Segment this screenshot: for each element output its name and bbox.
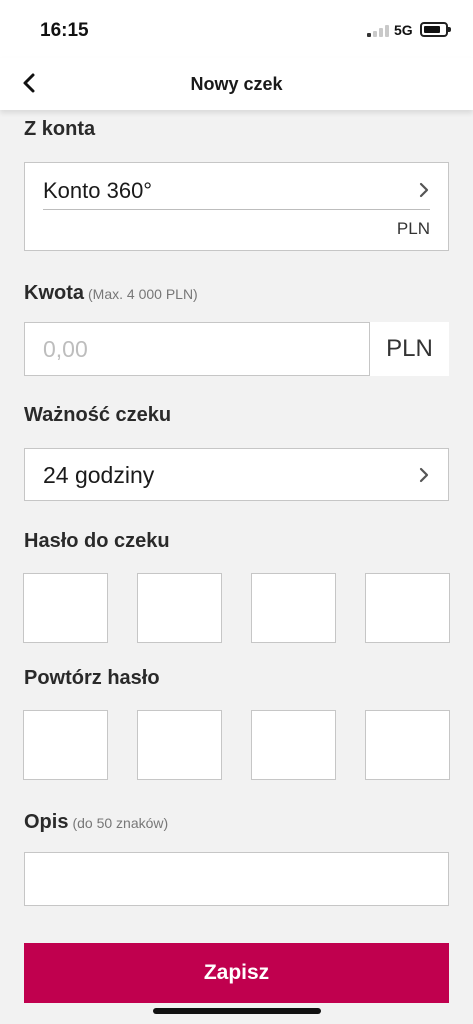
password-digit-2[interactable] bbox=[137, 573, 222, 643]
repeat-password-digit-2[interactable] bbox=[137, 710, 222, 780]
account-name: Konto 360° bbox=[43, 178, 153, 203]
battery-icon bbox=[420, 22, 451, 37]
description-label: Opis (do 50 znaków) bbox=[24, 811, 168, 834]
signal-icon bbox=[367, 25, 389, 37]
account-currency: PLN bbox=[396, 219, 430, 238]
amount-label-text: Kwota bbox=[24, 282, 84, 304]
network-type: 5G bbox=[394, 22, 413, 38]
save-button[interactable]: Zapisz bbox=[24, 943, 449, 1003]
description-field[interactable] bbox=[24, 852, 449, 906]
status-bar: 16:15 5G bbox=[0, 0, 473, 58]
description-label-text: Opis bbox=[24, 811, 69, 833]
password-digit-1[interactable] bbox=[23, 573, 108, 643]
divider bbox=[43, 209, 430, 210]
repeat-password-label: Powtórz hasło bbox=[24, 667, 160, 689]
navigation-bar: Nowy czek bbox=[0, 58, 473, 110]
description-limit-hint: (do 50 znaków) bbox=[72, 815, 169, 831]
validity-value: 24 godziny bbox=[43, 462, 155, 488]
account-selector[interactable]: Konto 360° PLN bbox=[24, 162, 449, 251]
amount-limit-hint: (Max. 4 000 PLN) bbox=[88, 286, 198, 302]
amount-field[interactable] bbox=[24, 322, 370, 376]
password-digit-3[interactable] bbox=[251, 573, 336, 643]
amount-currency: PLN bbox=[370, 322, 449, 376]
chevron-right-icon bbox=[419, 467, 429, 483]
password-digit-4[interactable] bbox=[365, 573, 450, 643]
chevron-right-icon bbox=[419, 182, 429, 198]
page-title: Nowy czek bbox=[190, 74, 283, 94]
validity-label: Ważność czeku bbox=[24, 404, 172, 426]
repeat-password-digit-4[interactable] bbox=[365, 710, 450, 780]
status-time: 16:15 bbox=[40, 20, 89, 41]
description-input[interactable] bbox=[25, 853, 448, 905]
from-account-label: Z konta bbox=[24, 118, 96, 140]
password-label: Hasło do czeku bbox=[24, 530, 170, 552]
amount-input[interactable] bbox=[25, 323, 369, 375]
repeat-password-digit-1[interactable] bbox=[23, 710, 108, 780]
amount-label: Kwota (Max. 4 000 PLN) bbox=[24, 282, 198, 305]
repeat-password-digit-3[interactable] bbox=[251, 710, 336, 780]
home-indicator bbox=[153, 1008, 321, 1014]
validity-selector[interactable]: 24 godziny bbox=[24, 448, 449, 501]
